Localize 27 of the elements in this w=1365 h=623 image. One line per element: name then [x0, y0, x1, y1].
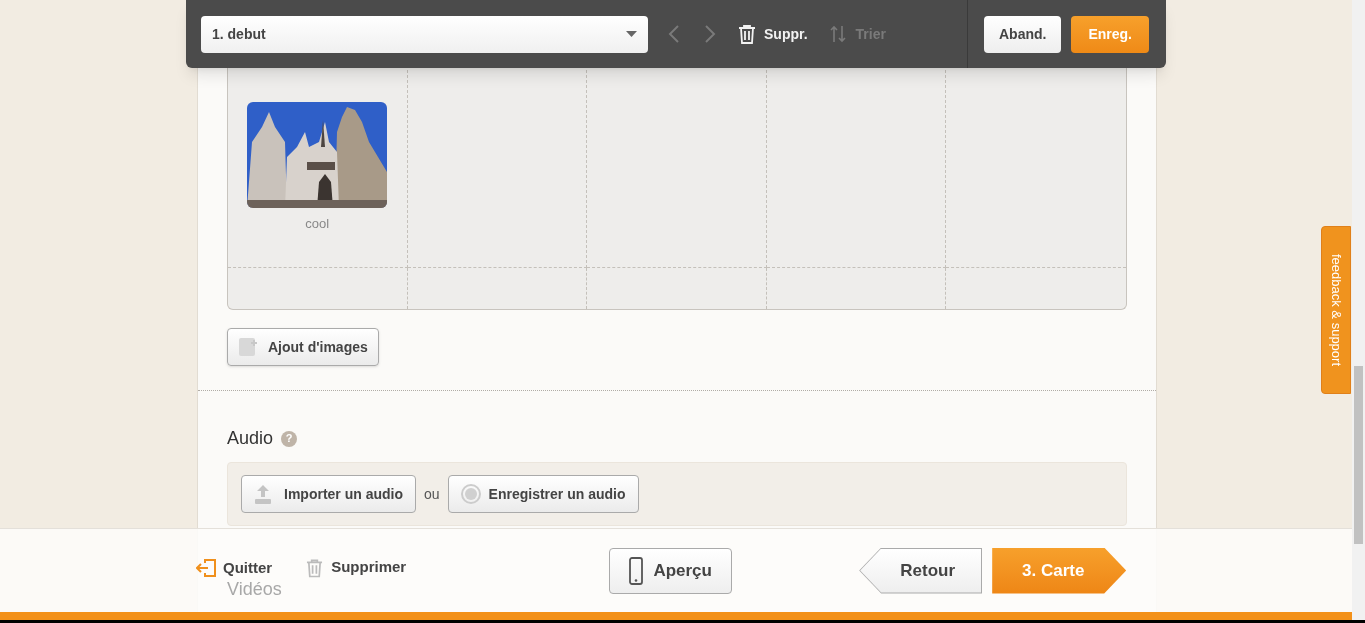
upload-icon — [254, 484, 272, 504]
chevron-left-icon — [668, 24, 680, 44]
section-title: Audio — [227, 427, 274, 450]
preview-button[interactable]: Aperçu — [609, 547, 733, 594]
slide-select[interactable]: 1. debut — [201, 15, 648, 53]
back-button[interactable]: Retour — [859, 547, 983, 594]
record-audio-button[interactable]: Enregistrer un audio — [447, 475, 639, 513]
chevron-right-icon — [704, 24, 716, 44]
exit-icon — [196, 558, 217, 577]
phone-icon — [629, 556, 644, 585]
section-title: Vidéos — [227, 580, 282, 598]
delete-slide-button[interactable]: Supprimer — [306, 556, 407, 579]
trash-icon — [306, 557, 324, 578]
quit-button[interactable]: Quitter — [196, 558, 273, 577]
help-icon: ? — [281, 430, 298, 447]
sort-arrows-icon — [829, 25, 846, 43]
dropdown-caret-icon — [626, 31, 637, 37]
add-image-icon — [238, 336, 260, 358]
cancel-button[interactable]: Aband. — [983, 15, 1062, 53]
or-label: ou — [424, 484, 440, 504]
image-caption: cool — [305, 215, 330, 233]
trash-icon — [738, 24, 756, 44]
add-images-button[interactable]: Ajout d'images — [227, 328, 379, 366]
delete-button[interactable]: Suppr. — [738, 23, 808, 45]
record-icon — [460, 484, 481, 504]
scrollbar-thumb[interactable] — [1354, 366, 1363, 544]
import-audio-button[interactable]: Importer un audio — [241, 475, 416, 513]
